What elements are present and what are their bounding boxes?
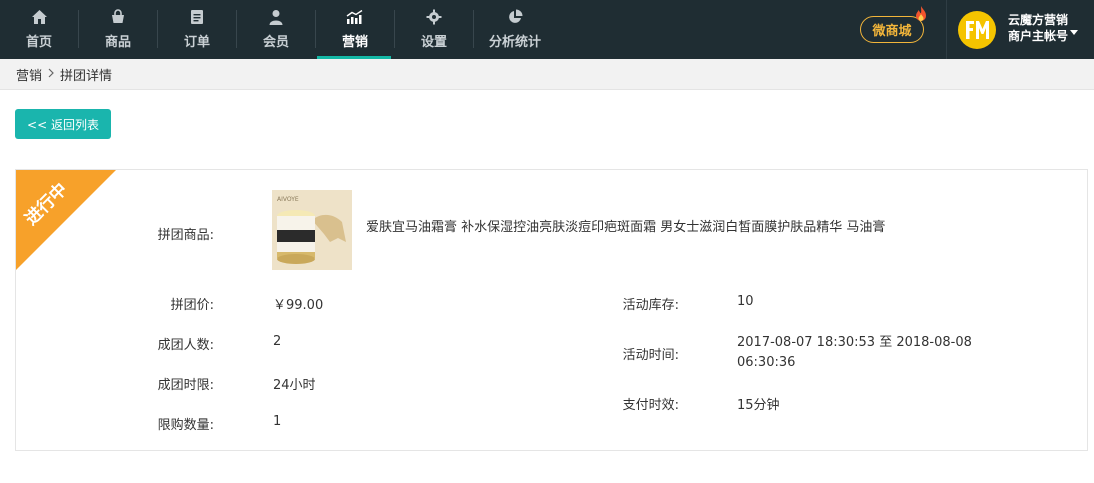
breadcrumb-parent[interactable]: 营销 — [16, 65, 42, 84]
gear-icon — [425, 8, 443, 26]
basket-icon — [109, 8, 127, 26]
group-size-label: 成团人数: — [157, 338, 214, 353]
stock-value: 10 — [737, 294, 754, 309]
nav-item-marketing[interactable]: 营销 — [316, 0, 394, 59]
activity-time-value: 2017-08-07 18:30:53 至 2018-08-08 06:30:3… — [737, 333, 1057, 373]
avatar[interactable] — [958, 11, 996, 49]
group-buy-detail-panel: 进行中 拼团商品: AIVOYE 爱肤宜马油霜膏 补水保湿控油亮肤淡痘印疤斑面霜… — [15, 169, 1088, 451]
nav-item-products[interactable]: 商品 — [79, 0, 157, 59]
back-to-list-button[interactable]: << 返回列表 — [15, 109, 111, 139]
nav-label: 设置 — [420, 35, 447, 50]
pay-timeout-value: 15分钟 — [737, 398, 780, 413]
chevron-down-icon[interactable] — [1070, 30, 1078, 35]
purchase-limit-value: 1 — [273, 414, 282, 429]
activity-time-line: 2017-08-07 18:30:53 至 2018-08-08 — [737, 335, 972, 350]
product-label: 拼团商品: — [157, 228, 214, 243]
price-label: 拼团价: — [170, 298, 214, 313]
nav-label: 首页 — [25, 35, 52, 50]
header-divider — [946, 0, 947, 59]
nav-item-settings[interactable]: 设置 — [395, 0, 473, 59]
user-icon — [267, 8, 285, 26]
main-nav: 首页 商品 订单 会员 营销 设置 分析统计 — [0, 0, 556, 59]
activity-time-line: 06:30:36 — [737, 355, 796, 370]
account-role: 商户主帐号 — [1008, 29, 1069, 43]
nav-label: 会员 — [262, 35, 289, 50]
home-icon — [30, 8, 48, 26]
nav-label: 营销 — [341, 35, 368, 50]
chevron-right-icon — [48, 67, 54, 82]
breadcrumb-current: 拼团详情 — [60, 68, 113, 84]
clipboard-icon — [188, 8, 206, 26]
group-size-value: 2 — [273, 334, 282, 349]
nav-item-members[interactable]: 会员 — [237, 0, 315, 59]
top-navbar: 首页 商品 订单 会员 营销 设置 分析统计 微商城 云魔方营销 商户主帐号 — [0, 0, 1094, 59]
nav-item-analytics[interactable]: 分析统计 — [474, 0, 556, 59]
account-menu[interactable]: 云魔方营销 商户主帐号 — [1008, 12, 1068, 44]
nav-item-home[interactable]: 首页 — [0, 0, 78, 59]
trend-chart-icon — [346, 8, 364, 26]
pie-chart-icon — [506, 8, 524, 26]
breadcrumb: 营销 拼团详情 — [0, 59, 1094, 90]
account-name: 云魔方营销 — [1008, 13, 1069, 27]
price-value: ￥99.00 — [273, 298, 324, 313]
nav-label: 分析统计 — [488, 35, 541, 50]
pay-timeout-label: 支付时效: — [622, 398, 679, 413]
time-limit-value: 24小时 — [273, 378, 316, 393]
product-image-brand: AIVOYE — [277, 196, 299, 203]
stock-label: 活动库存: — [622, 298, 679, 313]
nav-label: 订单 — [183, 35, 210, 50]
product-image[interactable]: AIVOYE — [272, 190, 352, 270]
nav-label: 商品 — [104, 35, 131, 50]
time-limit-label: 成团时限: — [157, 378, 214, 393]
product-name[interactable]: 爱肤宜马油霜膏 补水保湿控油亮肤淡痘印疤斑面霜 男女士滋润白皙面膜护肤品精华 马… — [366, 216, 1066, 235]
status-ribbon: 进行中 — [16, 170, 116, 270]
fire-icon — [914, 5, 928, 23]
nav-item-orders[interactable]: 订单 — [158, 0, 236, 59]
activity-time-label: 活动时间: — [622, 348, 679, 363]
purchase-limit-label: 限购数量: — [157, 418, 214, 433]
